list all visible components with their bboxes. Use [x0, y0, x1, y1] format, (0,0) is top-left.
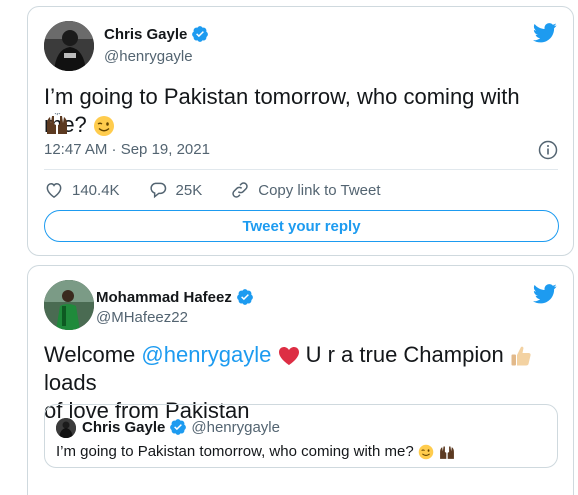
divider: [44, 169, 558, 170]
reply-icon: [149, 182, 166, 199]
quoted-author-handle: @henrygayle: [191, 418, 280, 436]
quoted-tweet-text-row: I’m going to Pakistan tomorrow, who comi…: [56, 443, 456, 460]
author-name-row: Mohammad Hafeez: [96, 288, 254, 306]
raised-hands-emoji-icon: [44, 112, 70, 140]
quoted-tweet[interactable]: Chris Gayle @henrygayle I’m going to Pak…: [44, 404, 558, 468]
copy-link-button[interactable]: Copy link to Tweet: [230, 180, 381, 200]
tweet-your-reply-button[interactable]: Tweet your reply: [44, 210, 559, 242]
red-heart-emoji-icon: [278, 347, 299, 366]
verified-badge-icon: [237, 289, 253, 305]
author-avatar[interactable]: [44, 280, 94, 330]
author-name[interactable]: Mohammad Hafeez: [96, 289, 232, 306]
like-count: 140.4K: [72, 181, 120, 199]
heart-icon: [46, 182, 62, 198]
verified-badge-icon: [170, 419, 187, 435]
copy-link-label: Copy link to Tweet: [258, 181, 381, 199]
quoted-tweet-text: I’m going to Pakistan tomorrow, who comi…: [56, 443, 414, 460]
tweet-text-body: I’m going to Pakistan tomorrow, who comi…: [44, 84, 520, 137]
quoted-author-avatar: [56, 418, 76, 438]
reply-text-middle: U r a true Champion: [299, 342, 510, 367]
twitter-bird-icon[interactable]: [533, 284, 557, 304]
author-name[interactable]: Chris Gayle: [104, 26, 187, 43]
twitter-bird-icon[interactable]: [533, 23, 557, 43]
author-handle[interactable]: @henrygayle: [104, 48, 193, 65]
author-name-row: Chris Gayle: [104, 25, 209, 43]
author-handle[interactable]: @MHafeez22: [96, 309, 188, 326]
tweet-actions: 140.4K 25K Copy link to Tweet: [44, 180, 409, 200]
tweet-card[interactable]: Chris Gayle @henrygayle I’m going to Pak…: [27, 6, 574, 256]
link-icon: [232, 182, 248, 198]
tweet-text: I’m going to Pakistan tomorrow, who comi…: [44, 83, 564, 139]
quoted-author-row: Chris Gayle @henrygayle: [82, 418, 280, 436]
reply-text-suffix: loads: [44, 370, 97, 395]
mention-link[interactable]: @henrygayle: [141, 342, 271, 367]
reply-tweet-card[interactable]: Mohammad Hafeez @MHafeez22 Welcome @henr…: [27, 265, 574, 495]
wink-emoji-icon: [93, 116, 114, 137]
tweet-timestamp[interactable]: 12:47 AM · Sep 19, 2021: [44, 141, 210, 158]
reply-count: 25K: [175, 181, 203, 199]
thumbs-up-emoji-icon: [511, 346, 531, 366]
quoted-author-name: Chris Gayle: [82, 418, 166, 436]
info-icon[interactable]: [538, 140, 558, 160]
raised-hands-emoji-icon: [439, 445, 454, 459]
wink-emoji-icon: [418, 444, 433, 459]
reply-text-prefix: Welcome: [44, 342, 142, 367]
like-button[interactable]: 140.4K: [44, 180, 120, 200]
reply-action-button[interactable]: 25K: [148, 180, 203, 200]
author-avatar[interactable]: [44, 21, 94, 71]
verified-badge-icon: [192, 26, 209, 42]
